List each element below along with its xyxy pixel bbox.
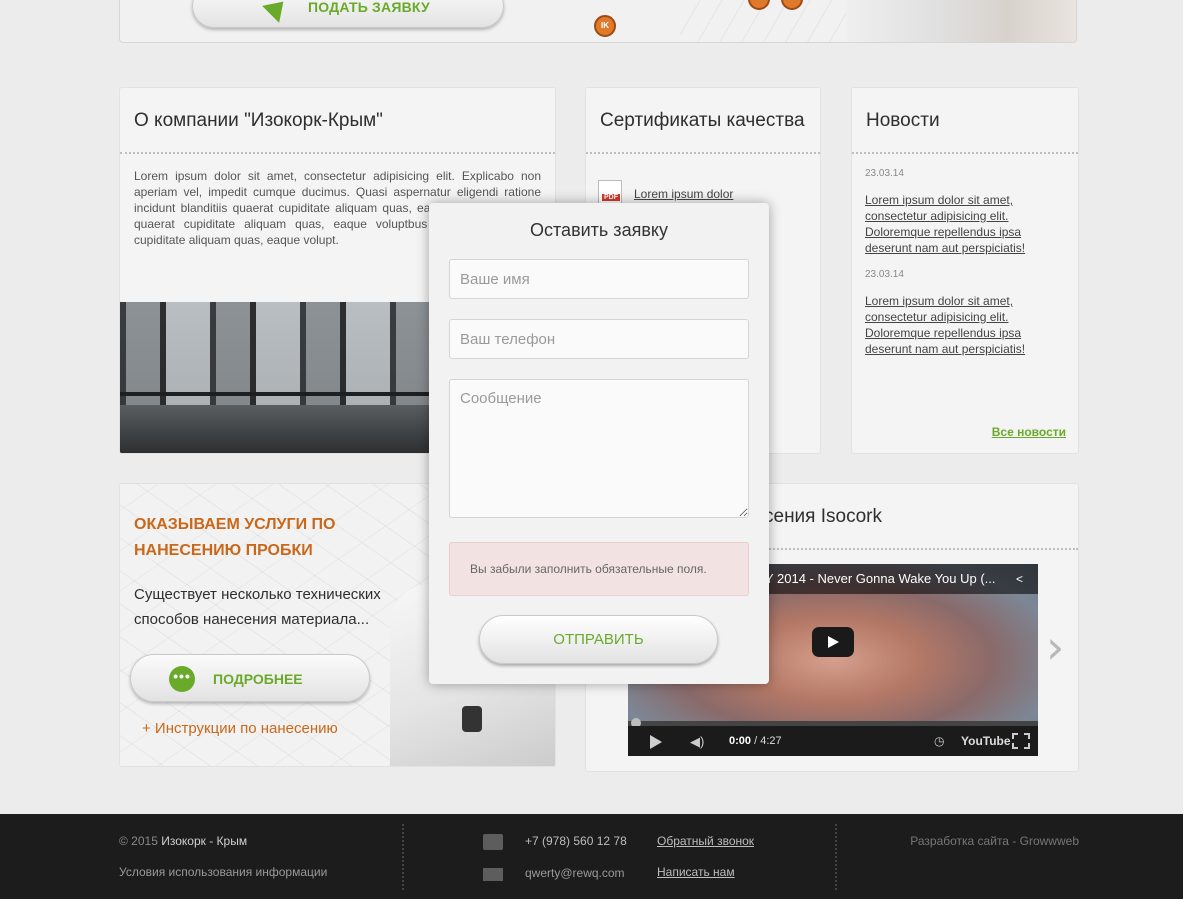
video-time-total: / 4:27 xyxy=(751,735,782,747)
developer-link[interactable]: Разработка сайта - Growwweb xyxy=(910,834,1079,848)
more-button[interactable]: ••• ПОДРОБНЕЕ xyxy=(130,654,370,702)
footer-phone: +7 (978) 560 12 78 xyxy=(525,834,627,848)
services-title: ОКАЗЫВАЕМ УСЛУГИ ПО НАНЕСЕНИЮ ПРОБКИ xyxy=(134,516,336,559)
footer-divider xyxy=(835,824,837,890)
fullscreen-icon[interactable] xyxy=(1012,733,1030,749)
certificate-item[interactable]: Lorem ipsum dolor xyxy=(586,154,820,208)
instructions-link[interactable]: + Инструкции по нанесению xyxy=(142,720,338,737)
watch-later-icon[interactable]: ◷ xyxy=(934,734,944,748)
share-icon[interactable]: < xyxy=(1016,572,1030,586)
footer: © 2015 Изокорк - Крым Условия использова… xyxy=(0,814,1183,899)
apply-button-label: ПОДАТЬ ЗАЯВКУ xyxy=(308,0,430,15)
volume-icon[interactable]: ◀) xyxy=(690,734,704,750)
modal-title: Оставить заявку xyxy=(530,220,668,240)
more-button-label: ПОДРОБНЕЕ xyxy=(213,671,303,687)
chevron-right-icon[interactable]: › xyxy=(1046,620,1064,674)
play-icon[interactable] xyxy=(812,627,854,657)
mail-icon xyxy=(483,868,503,881)
certificate-link[interactable]: Lorem ipsum dolor xyxy=(634,187,733,201)
submit-button[interactable]: ОТПРАВИТЬ xyxy=(479,615,718,664)
apply-button[interactable]: ПОДАТЬ ЗАЯВКУ xyxy=(192,0,504,28)
all-news-link[interactable]: Все новости xyxy=(992,425,1066,439)
services-subtitle: Существует несколько технических способо… xyxy=(134,586,381,628)
news-link[interactable]: Lorem ipsum dolor sit amet, consectetur … xyxy=(865,293,1065,357)
news-list: 23.03.14 Lorem ipsum dolor sit amet, con… xyxy=(852,154,1078,357)
footer-divider xyxy=(402,824,404,890)
news-panel: Новости 23.03.14 Lorem ipsum dolor sit a… xyxy=(851,87,1079,454)
youtube-logo[interactable]: YouTube xyxy=(961,734,1011,748)
phone-input[interactable] xyxy=(449,319,749,359)
name-input[interactable] xyxy=(449,259,749,299)
video-time: 0:00 / 4:27 xyxy=(729,735,782,747)
news-date: 23.03.14 xyxy=(865,168,904,179)
hero-photo xyxy=(846,0,1076,42)
video-controls: ◀) 0:00 / 4:27 ◷ YouTube xyxy=(628,726,1038,756)
watch-detail xyxy=(462,706,482,732)
news-title: Новости xyxy=(852,88,1078,154)
copyright: © 2015 Изокорк - Крым xyxy=(119,834,247,848)
ellipsis-icon: ••• xyxy=(169,666,195,692)
map-marker[interactable]: IK xyxy=(594,15,616,37)
phone-icon xyxy=(483,834,503,850)
about-title: О компании "Изокорк-Крым" xyxy=(120,88,555,154)
message-input[interactable] xyxy=(449,379,749,518)
play-control-icon[interactable] xyxy=(650,735,662,749)
news-link[interactable]: Lorem ipsum dolor sit amet, consectetur … xyxy=(865,192,1065,256)
paper-plane-icon xyxy=(262,0,292,23)
request-modal: Оставить заявку Вы забыли заполнить обяз… xyxy=(429,203,769,684)
write-us-link[interactable]: Написать нам xyxy=(657,865,735,879)
footer-email[interactable]: qwerty@rewq.com xyxy=(525,866,625,880)
video-time-current: 0:00 xyxy=(729,735,752,747)
company-name: Изокорк - Крым xyxy=(161,834,248,848)
news-date: 23.03.14 xyxy=(865,269,904,280)
callback-link[interactable]: Обратный звонок xyxy=(657,834,754,848)
terms-link[interactable]: Условия использования информации xyxy=(119,865,327,879)
certificates-title: Сертификаты качества xyxy=(586,88,820,154)
error-message: Вы забыли заполнить обязательные поля. xyxy=(449,542,749,596)
copyright-prefix: © 2015 xyxy=(119,834,162,848)
